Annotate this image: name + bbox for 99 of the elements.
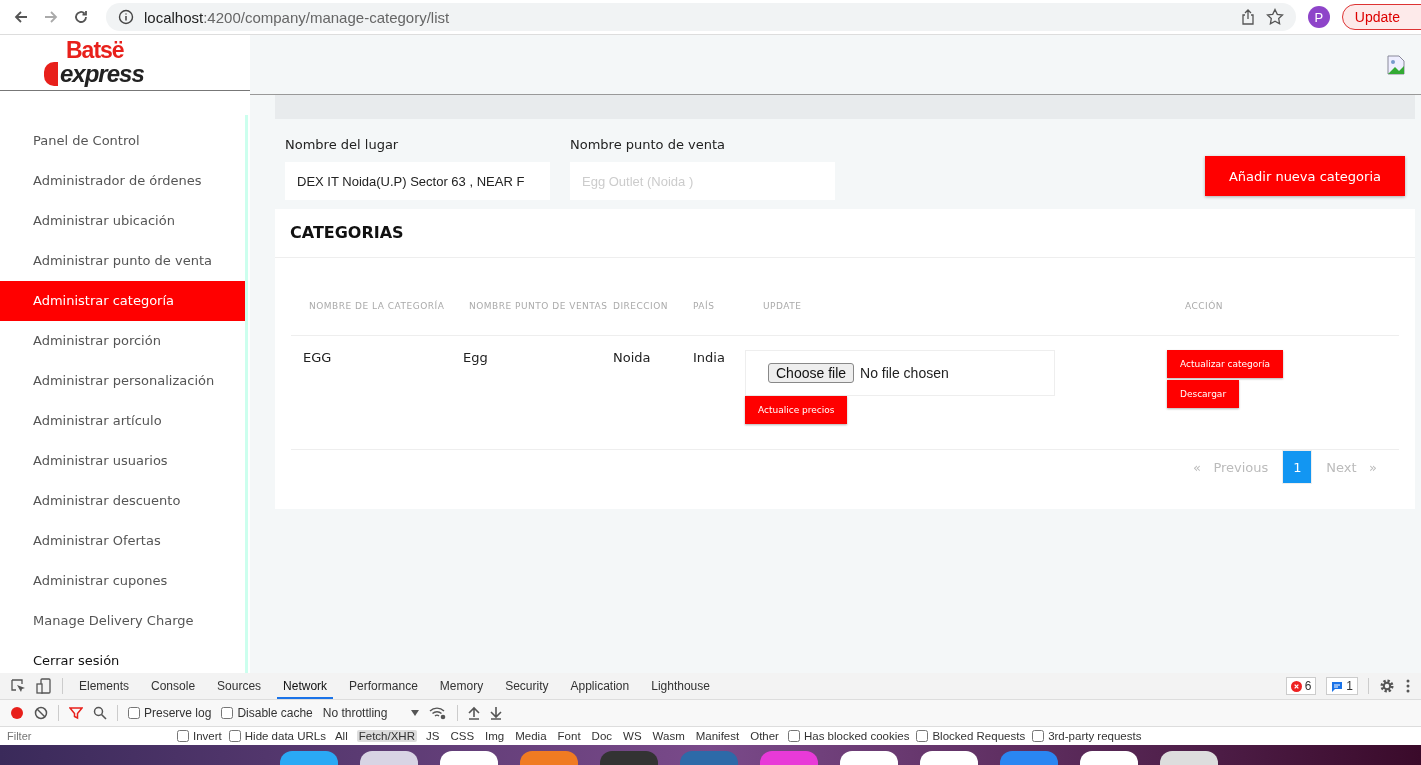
devtools-tab[interactable]: Application xyxy=(564,673,636,699)
device-icon[interactable] xyxy=(36,678,52,694)
broken-image-icon[interactable] xyxy=(1385,53,1407,76)
type-filter[interactable]: Manifest xyxy=(693,730,742,742)
type-filter[interactable]: All xyxy=(332,730,350,742)
wifi-gear-icon[interactable] xyxy=(429,706,448,720)
type-filter[interactable]: Fetch/XHR xyxy=(356,730,417,742)
checkbox[interactable] xyxy=(128,707,140,719)
message-count[interactable]: 1 xyxy=(1326,677,1358,695)
search-icon[interactable] xyxy=(93,706,107,720)
column-header: ACCIÓN xyxy=(1184,299,1225,313)
type-filter[interactable]: Img xyxy=(483,730,507,742)
type-filter[interactable]: Other xyxy=(748,730,781,742)
app-icon[interactable] xyxy=(440,751,498,765)
app-icon[interactable] xyxy=(1160,751,1218,765)
devtools-tab[interactable]: Performance xyxy=(343,673,424,699)
app-icon[interactable] xyxy=(840,751,898,765)
address-bar[interactable]: localhost:4200/company/manage-category/list xyxy=(106,3,1296,31)
devtools-tab[interactable]: Memory xyxy=(433,673,490,699)
checkbox-label[interactable]: Preserve log xyxy=(144,706,212,720)
devtools-tab[interactable]: Elements xyxy=(73,673,136,699)
sidebar-item[interactable]: Administrar cupones xyxy=(0,561,246,601)
update-prices-button[interactable]: Actualice precios xyxy=(745,396,848,424)
action-button[interactable]: Actualizar categoría xyxy=(1167,350,1283,378)
filter-icon[interactable] xyxy=(69,706,83,720)
sidebar-item[interactable]: Administrar descuento xyxy=(0,481,246,521)
app-icon[interactable] xyxy=(360,751,418,765)
checkbox-label[interactable]: Invert xyxy=(193,730,222,742)
sidebar-item[interactable]: Administrar personalización xyxy=(0,361,246,401)
caret-icon[interactable] xyxy=(411,710,420,716)
sidebar-item[interactable]: Administrar Ofertas xyxy=(0,521,246,561)
type-filter[interactable]: CSS xyxy=(448,730,477,742)
app-icon[interactable] xyxy=(1080,751,1138,765)
checkbox-label[interactable]: Hide data URLs xyxy=(244,730,326,742)
sidebar-item[interactable]: Administrar punto de venta xyxy=(0,241,246,281)
checkbox-label[interactable]: Blocked Requests xyxy=(932,730,1026,742)
sidebar-item[interactable]: Panel de Control xyxy=(0,121,246,161)
more-icon[interactable] xyxy=(1405,678,1411,694)
app-icon[interactable] xyxy=(920,751,978,765)
checkbox[interactable] xyxy=(787,730,800,742)
checkbox[interactable] xyxy=(177,730,189,742)
type-filter[interactable]: WS xyxy=(621,730,644,742)
devtools-tab[interactable]: Security xyxy=(499,673,555,699)
sidebar-item[interactable]: Administrar usuarios xyxy=(0,441,246,481)
column-header: NOMBRE PUNTO DE VENTAS xyxy=(468,300,609,313)
download-icon[interactable] xyxy=(490,706,503,720)
message-icon xyxy=(1331,680,1344,692)
logo[interactable]: Batsë express xyxy=(0,35,250,91)
checkbox-label[interactable]: Has blocked cookies xyxy=(803,730,910,742)
reload-icon[interactable] xyxy=(72,8,90,26)
profile-avatar[interactable]: P xyxy=(1307,6,1330,28)
checkbox-label[interactable]: 3rd-party requests xyxy=(1048,730,1142,742)
error-count[interactable]: 6 xyxy=(1285,677,1317,695)
info-icon xyxy=(118,9,134,25)
checkbox[interactable] xyxy=(1032,730,1045,742)
clear-icon[interactable] xyxy=(34,706,48,720)
upload-icon[interactable] xyxy=(468,706,481,720)
column-header: DIRECCION xyxy=(612,300,670,313)
throttling-dropdown[interactable]: No throttling xyxy=(322,706,388,720)
type-filter[interactable]: Doc xyxy=(589,730,615,742)
action-button[interactable]: Descargar xyxy=(1167,380,1240,408)
table-cell-text: EGG xyxy=(302,350,333,367)
field-label: Nombre del lugar xyxy=(285,137,400,152)
sidebar-item[interactable]: Administrar ubicación xyxy=(0,201,246,241)
update-button[interactable]: Update xyxy=(1341,4,1421,30)
type-filter[interactable]: Wasm xyxy=(650,730,687,742)
inspect-icon[interactable] xyxy=(10,678,26,694)
star-icon[interactable] xyxy=(1265,8,1284,26)
sidebar-item[interactable]: Administrar categoría xyxy=(0,281,246,321)
table-cell-text: Egg xyxy=(462,350,489,367)
type-filter[interactable]: JS xyxy=(424,730,442,742)
sidebar-item[interactable]: Cerrar sesión xyxy=(0,649,246,673)
sidebar-item[interactable]: Manage Delivery Charge xyxy=(0,601,246,641)
record-icon[interactable] xyxy=(10,706,24,720)
card-title: CATEGORIAS xyxy=(275,209,1415,258)
file-input[interactable]: Choose file No file chosen xyxy=(745,350,1055,396)
type-filter[interactable]: Media xyxy=(513,730,549,742)
devtools-tab[interactable]: Sources xyxy=(211,673,268,699)
devtools-tab[interactable]: Lighthouse xyxy=(645,673,716,699)
checkbox[interactable] xyxy=(228,730,241,742)
column-header: PAÍS xyxy=(692,299,716,313)
checkbox-label[interactable]: Disable cache xyxy=(237,706,313,720)
sidebar-item[interactable]: Administrador de órdenes xyxy=(0,161,246,201)
devtools-tab[interactable]: Console xyxy=(145,673,202,699)
table-cell-text: Noida xyxy=(612,350,652,367)
error-icon xyxy=(1290,680,1302,692)
input-field[interactable]: DEX IT Noida(U.P) Sector 63 , NEAR F xyxy=(285,162,550,200)
column-header: UPDATE xyxy=(762,300,803,313)
sidebar-item[interactable]: Administrar artículo xyxy=(0,401,246,441)
share-icon[interactable] xyxy=(1239,9,1256,25)
add-category-button[interactable]: Añadir nueva categoria xyxy=(1204,156,1405,196)
sidebar-item[interactable]: Administrar porción xyxy=(0,321,246,361)
table-cell-text: India xyxy=(692,350,726,367)
type-filter[interactable]: Font xyxy=(555,730,583,742)
settings-icon[interactable] xyxy=(1379,678,1395,694)
column-header: NOMBRE DE LA CATEGORÍA xyxy=(308,299,446,313)
field-label: Nombre punto de venta xyxy=(570,137,727,152)
checkbox[interactable] xyxy=(221,707,234,719)
checkbox[interactable] xyxy=(916,730,929,742)
